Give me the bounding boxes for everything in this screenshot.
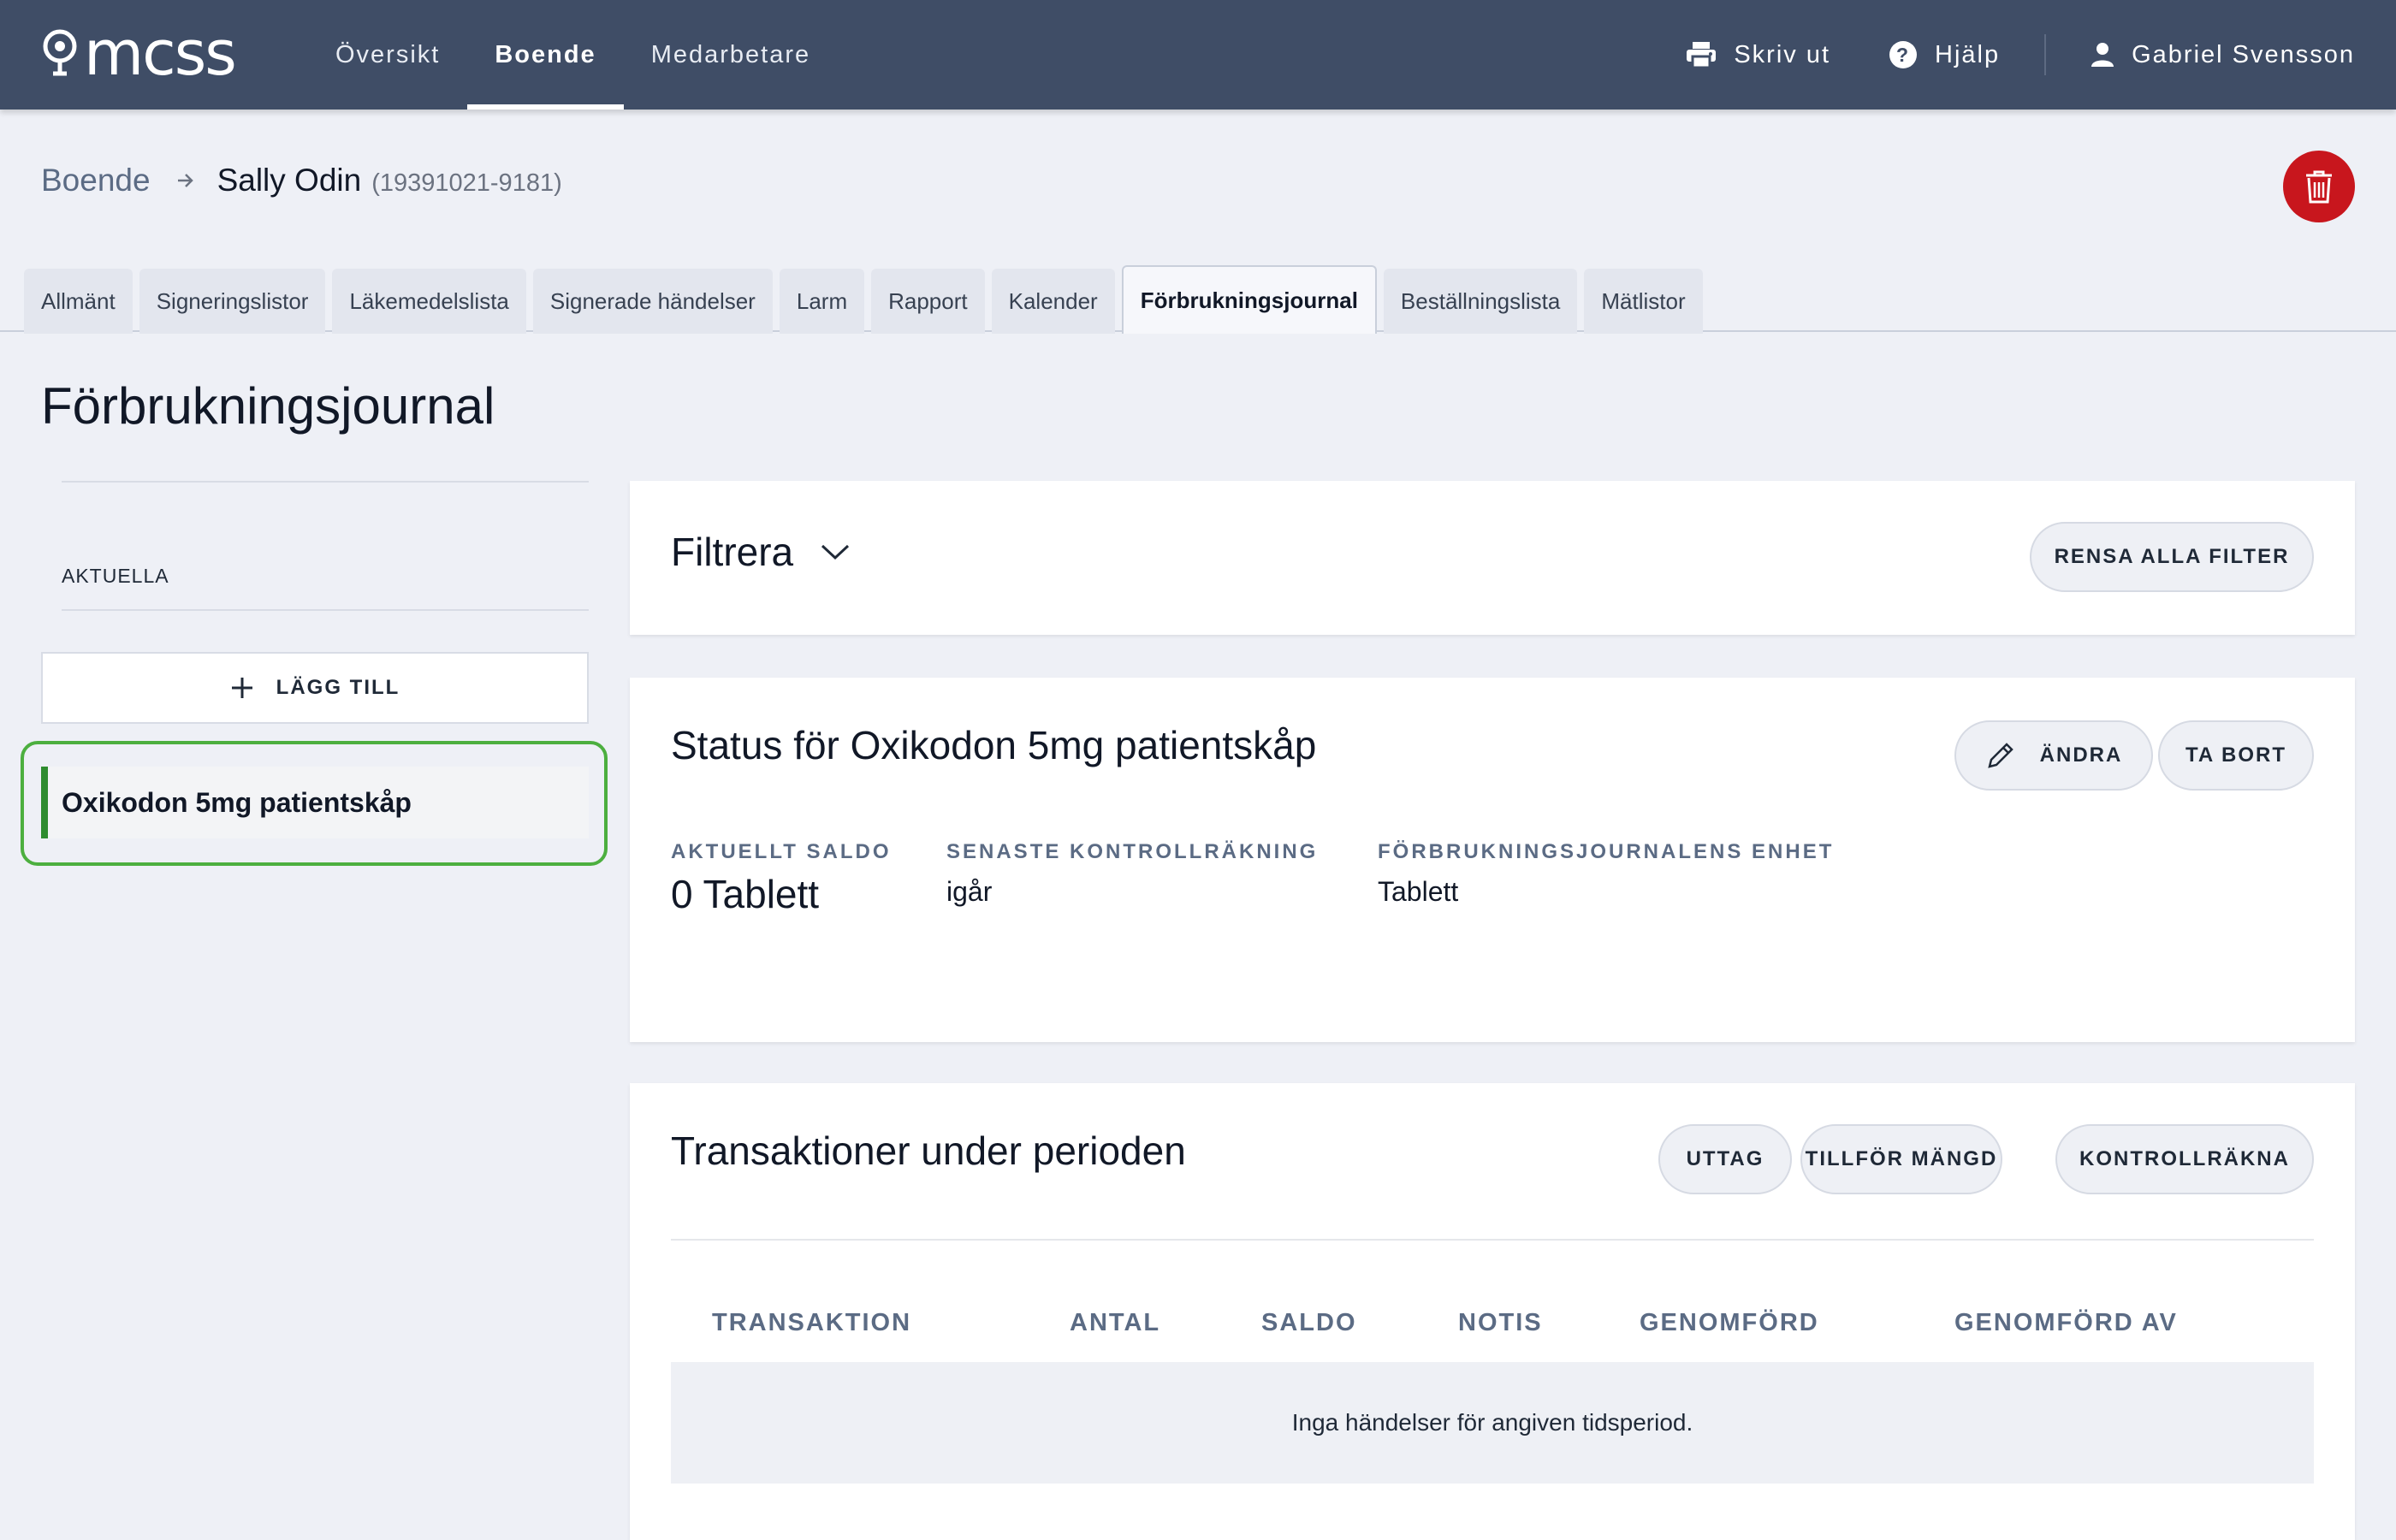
trash-icon: [2306, 170, 2332, 204]
edit-label: ÄNDRA: [2039, 743, 2123, 767]
transactions-divider: [671, 1239, 2314, 1241]
user-name: Gabriel Svensson: [2132, 40, 2355, 68]
add-journal-button[interactable]: LÄGG TILL: [41, 652, 589, 724]
nav-oversikt[interactable]: Översikt: [308, 0, 467, 110]
help-button[interactable]: ? Hjälp: [1889, 40, 2000, 69]
resident-id: (19391021-9181): [371, 169, 562, 197]
filter-toggle[interactable]: Filtrera: [671, 529, 850, 575]
last-count-label: SENASTE KONTROLLRÄKNING: [946, 840, 1319, 863]
resident-tabs: Allmänt Signeringslistor Läkemedelslista…: [24, 265, 1710, 334]
print-button[interactable]: Skriv ut: [1686, 41, 1830, 69]
top-navigation-bar: mcss Översikt Boende Medarbetare Skriv u…: [0, 0, 2396, 110]
add-journal-label: LÄGG TILL: [276, 676, 400, 699]
tab-bestallningslista[interactable]: Beställningslista: [1383, 269, 1578, 334]
status-title: Status för Oxikodon 5mg patientskåp: [671, 723, 1317, 767]
question-circle-icon: ?: [1889, 41, 1917, 68]
plus-icon: [231, 678, 252, 698]
tab-forbrukningsjournal[interactable]: Förbrukningsjournal: [1121, 265, 1377, 334]
sidebar-item-oxikodon[interactable]: Oxikodon 5mg patientskåp: [41, 767, 589, 838]
column-header-transaktion[interactable]: TRANSAKTION: [712, 1309, 911, 1337]
chevron-down-icon: [821, 544, 850, 560]
tab-signeringslistor[interactable]: Signeringslistor: [139, 269, 326, 334]
pill-logo-icon: [43, 29, 77, 76]
column-header-notis[interactable]: NOTIS: [1458, 1309, 1543, 1337]
add-amount-button[interactable]: TILLFÖR MÄNGD: [1800, 1124, 2002, 1194]
current-balance-label: AKTUELLT SALDO: [671, 840, 892, 863]
remove-button[interactable]: TA BORT: [2158, 720, 2314, 791]
column-header-antal[interactable]: ANTAL: [1070, 1309, 1160, 1337]
header-divider: [2044, 34, 2047, 75]
sidebar-section-label: AKTUELLA: [62, 565, 169, 587]
tab-signerade-handelser[interactable]: Signerade händelser: [532, 269, 773, 334]
svg-text:?: ?: [1896, 44, 1910, 66]
nav-medarbetare[interactable]: Medarbetare: [624, 0, 838, 110]
breadcrumb: Boende Sally Odin (19391021-9181): [41, 163, 562, 198]
clear-filters-button[interactable]: RENSA ALLA FILTER: [2030, 522, 2314, 592]
main-nav: Översikt Boende Medarbetare: [308, 0, 838, 110]
unit-value: Tablett: [1378, 876, 1459, 907]
empty-state-row: Inga händelser för angiven tidsperiod.: [671, 1362, 2314, 1484]
status-card: Status för Oxikodon 5mg patientskåp ÄNDR…: [630, 678, 2355, 1042]
tab-rapport[interactable]: Rapport: [871, 269, 985, 334]
edit-button[interactable]: ÄNDRA: [1954, 720, 2153, 791]
tab-larm[interactable]: Larm: [779, 269, 865, 334]
unit-label: FÖRBRUKNINGSJOURNALENS ENHET: [1378, 840, 1835, 863]
column-header-genomford[interactable]: GENOMFÖRD: [1640, 1309, 1819, 1337]
filter-card: Filtrera RENSA ALLA FILTER: [630, 481, 2355, 635]
header-actions: Skriv ut ? Hjälp Gabriel Svensson: [1686, 0, 2355, 110]
user-icon: [2091, 43, 2114, 67]
control-count-button[interactable]: KONTROLLRÄKNA: [2055, 1124, 2314, 1194]
mcss-logo[interactable]: mcss: [41, 17, 237, 89]
printer-icon: [1687, 42, 1717, 68]
column-header-genomford-av[interactable]: GENOMFÖRD AV: [1954, 1309, 2178, 1337]
arrow-right-icon: [176, 172, 195, 189]
help-label: Hjälp: [1935, 40, 2001, 68]
tab-allmant[interactable]: Allmänt: [24, 269, 133, 334]
filter-title: Filtrera: [671, 530, 794, 574]
column-header-saldo[interactable]: SALDO: [1261, 1309, 1357, 1337]
tab-lakemedelslista[interactable]: Läkemedelslista: [332, 269, 526, 334]
nav-boende[interactable]: Boende: [467, 0, 625, 110]
user-menu[interactable]: Gabriel Svensson: [2091, 41, 2355, 69]
sidebar-divider-top: [62, 481, 589, 483]
page-title: Förbrukningsjournal: [41, 377, 495, 435]
print-label: Skriv ut: [1734, 40, 1830, 68]
breadcrumb-boende-link[interactable]: Boende: [41, 163, 151, 198]
resident-name: Sally Odin: [216, 163, 362, 198]
empty-state-text: Inga händelser för angiven tidsperiod.: [1291, 1409, 1693, 1436]
withdraw-button[interactable]: UTTAG: [1658, 1124, 1792, 1194]
tab-kalender[interactable]: Kalender: [991, 269, 1115, 334]
delete-resident-button[interactable]: [2283, 151, 2355, 222]
sidebar-divider-bottom: [62, 609, 589, 611]
pencil-icon: [1987, 743, 2013, 768]
current-balance-value: 0 Tablett: [671, 872, 820, 916]
transactions-title: Transaktioner under perioden: [671, 1128, 1186, 1173]
transactions-card: Transaktioner under perioden UTTAG TILLF…: [630, 1083, 2355, 1540]
logo-text: mcss: [84, 17, 237, 89]
last-count-value: igår: [946, 876, 993, 907]
tab-matlistor[interactable]: Mätlistor: [1584, 269, 1703, 334]
